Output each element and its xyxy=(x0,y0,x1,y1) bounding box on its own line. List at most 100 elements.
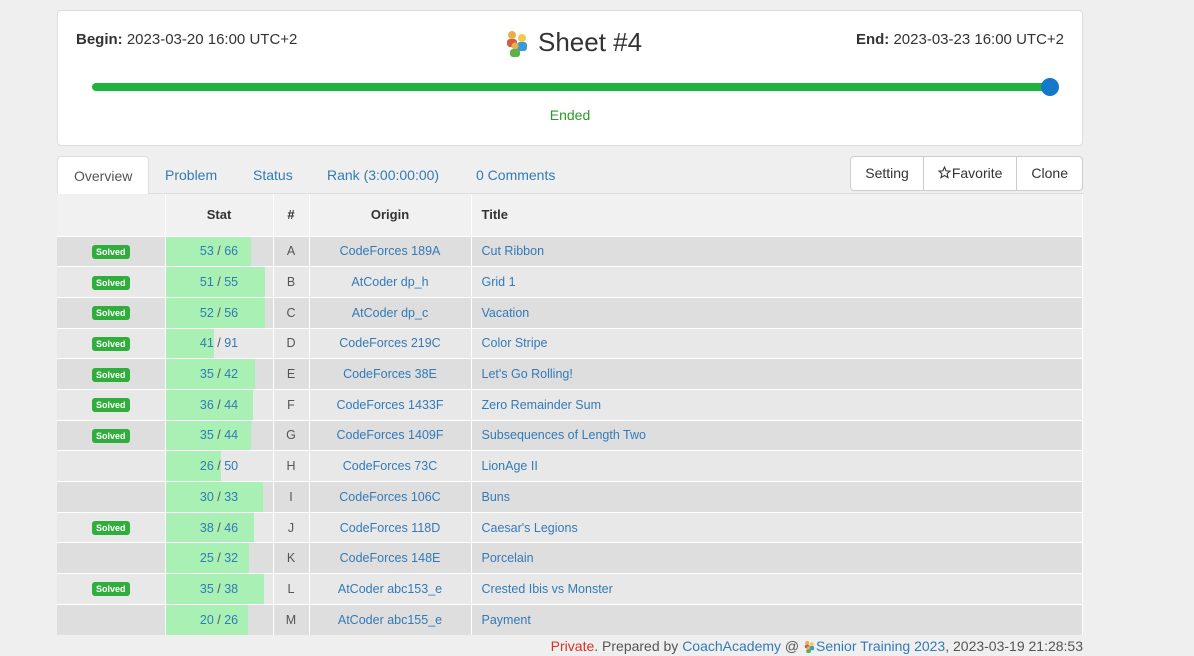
problem-title-link[interactable]: Cut Ribbon xyxy=(482,244,545,258)
stat-cell: 35 / 38 xyxy=(165,573,274,605)
total-count-link[interactable]: 26 xyxy=(224,613,238,627)
problem-num: G xyxy=(273,419,310,451)
origin-link[interactable]: CodeForces 219C xyxy=(339,336,440,350)
stat-cell: 36 / 44 xyxy=(165,388,274,421)
total-count-link[interactable]: 66 xyxy=(224,244,238,258)
tab-overview[interactable]: Overview xyxy=(57,156,150,195)
total-count-link[interactable]: 46 xyxy=(224,521,238,535)
problem-title-link[interactable]: Zero Remainder Sum xyxy=(482,398,602,412)
solved-count-link[interactable]: 36 xyxy=(200,398,214,412)
origin-link[interactable]: CodeForces 73C xyxy=(343,459,438,473)
solved-count-link[interactable]: 26 xyxy=(200,459,214,473)
progress-knob[interactable] xyxy=(1041,78,1059,96)
begin-label: Begin: xyxy=(76,31,123,48)
problem-title-link[interactable]: Porcelain xyxy=(482,551,534,565)
total-count-link[interactable]: 44 xyxy=(224,398,238,412)
solved-count-link[interactable]: 35 xyxy=(200,582,214,596)
table-row: 30 / 33 I CodeForces 106C Buns xyxy=(57,481,1083,513)
solved-count-link[interactable]: 38 xyxy=(200,521,214,535)
status-cell xyxy=(57,542,166,574)
solved-count-link[interactable]: 30 xyxy=(200,490,214,504)
solved-count-link[interactable]: 20 xyxy=(200,613,214,627)
problem-title-link[interactable]: Let's Go Rolling! xyxy=(482,367,573,381)
stat-cell: 25 / 32 xyxy=(165,542,274,574)
title-cell: Caesar's Legions xyxy=(471,511,1083,543)
solved-count-link[interactable]: 35 xyxy=(200,367,214,381)
favorite-button[interactable]: Favorite xyxy=(922,156,1018,191)
setting-button[interactable]: Setting xyxy=(850,156,924,191)
status-cell: Solved xyxy=(57,358,166,390)
total-count-link[interactable]: 50 xyxy=(224,459,238,473)
origin-link[interactable]: CodeForces 189A xyxy=(340,244,441,258)
origin-cell: AtCoder dp_c xyxy=(309,296,472,329)
total-count-link[interactable]: 38 xyxy=(224,582,238,596)
solved-count-link[interactable]: 52 xyxy=(200,306,214,320)
problem-title-link[interactable]: Buns xyxy=(482,490,511,504)
problem-title-link[interactable]: Subsequences of Length Two xyxy=(482,428,646,442)
tab-rank[interactable]: Rank (3:00:00:00) xyxy=(311,156,455,194)
header-num[interactable]: # xyxy=(273,194,310,236)
origin-link[interactable]: AtCoder abc153_e xyxy=(338,582,442,596)
solved-count-link[interactable]: 53 xyxy=(200,244,214,258)
solved-count-link[interactable]: 41 xyxy=(200,336,214,350)
stat-cell: 52 / 56 xyxy=(165,296,274,329)
stat-text: 52 / 56 xyxy=(199,305,239,320)
origin-cell: CodeForces 1409F xyxy=(309,419,472,451)
stat-cell: 35 / 42 xyxy=(165,358,274,390)
origin-link[interactable]: AtCoder dp_h xyxy=(351,275,428,289)
tab-status[interactable]: Status xyxy=(237,156,309,194)
total-count-link[interactable]: 44 xyxy=(224,428,238,442)
origin-link[interactable]: CodeForces 118D xyxy=(340,521,441,535)
problem-title-link[interactable]: Vacation xyxy=(482,306,530,320)
header-stat[interactable]: Stat xyxy=(165,194,274,236)
title-cell: Subsequences of Length Two xyxy=(471,419,1083,451)
solved-badge: Solved xyxy=(91,582,130,597)
problem-title-link[interactable]: Crested Ibis vs Monster xyxy=(482,582,613,596)
problem-title-link[interactable]: Color Stripe xyxy=(482,336,548,350)
status-cell xyxy=(57,450,166,482)
origin-link[interactable]: CodeForces 148E xyxy=(340,551,441,565)
total-count-link[interactable]: 91 xyxy=(224,336,238,350)
end-label: End: xyxy=(855,31,890,48)
total-count-link[interactable]: 32 xyxy=(224,551,238,565)
stat-text: 51 / 55 xyxy=(199,275,239,290)
origin-link[interactable]: AtCoder dp_c xyxy=(352,306,428,320)
origin-link[interactable]: CodeForces 1409F xyxy=(336,428,443,442)
stat-cell: 51 / 55 xyxy=(165,266,274,298)
contest-footer: Private. Prepared by CoachAcademy @ Seni… xyxy=(551,638,1083,654)
total-count-link[interactable]: 56 xyxy=(224,306,238,320)
solved-count-link[interactable]: 51 xyxy=(200,275,214,289)
status-cell: Solved xyxy=(57,266,166,298)
table-row: Solved 35 / 38 L AtCoder abc153_e Crested Ib… xyxy=(57,573,1083,605)
problem-title-link[interactable]: LionAge II xyxy=(482,459,538,473)
stat-text: 26 / 50 xyxy=(199,459,239,474)
problem-title-link[interactable]: Caesar's Legions xyxy=(482,521,578,535)
origin-link[interactable]: CodeForces 1433F xyxy=(336,398,443,412)
solved-count-link[interactable]: 25 xyxy=(200,551,214,565)
total-count-link[interactable]: 33 xyxy=(224,490,238,504)
group-link[interactable]: Senior Training 2023 xyxy=(816,638,945,654)
problem-title-link[interactable]: Grid 1 xyxy=(482,275,516,289)
tab-problem[interactable]: Problem xyxy=(149,156,233,194)
tab-comments[interactable]: 0 Comments xyxy=(460,156,571,194)
total-count-link[interactable]: 55 xyxy=(224,275,238,289)
action-buttons: Setting Favorite Clone xyxy=(850,156,1083,191)
table-row: Solved 36 / 44 F CodeForces 1433F Zero Remai… xyxy=(57,388,1083,421)
at-text: @ xyxy=(781,638,804,654)
problem-title-link[interactable]: Payment xyxy=(482,613,531,627)
origin-link[interactable]: CodeForces 106C xyxy=(339,490,440,504)
total-count-link[interactable]: 42 xyxy=(224,367,238,381)
origin-link[interactable]: AtCoder abc155_e xyxy=(338,613,442,627)
stat-cell: 38 / 46 xyxy=(165,511,274,543)
origin-link[interactable]: CodeForces 38E xyxy=(343,367,437,381)
contest-progress-bar xyxy=(92,78,1059,96)
solved-badge: Solved xyxy=(91,244,130,259)
solved-count-link[interactable]: 35 xyxy=(200,428,214,442)
end-time: End: 2023-03-23 16:00 UTC+2 xyxy=(856,31,1064,48)
author-link[interactable]: CoachAcademy xyxy=(682,638,781,654)
title-cell: Payment xyxy=(471,603,1083,635)
status-cell: Solved xyxy=(57,296,166,329)
clone-button[interactable]: Clone xyxy=(1016,156,1083,191)
origin-cell: CodeForces 106C xyxy=(309,481,472,513)
solved-badge: Solved xyxy=(91,306,130,321)
